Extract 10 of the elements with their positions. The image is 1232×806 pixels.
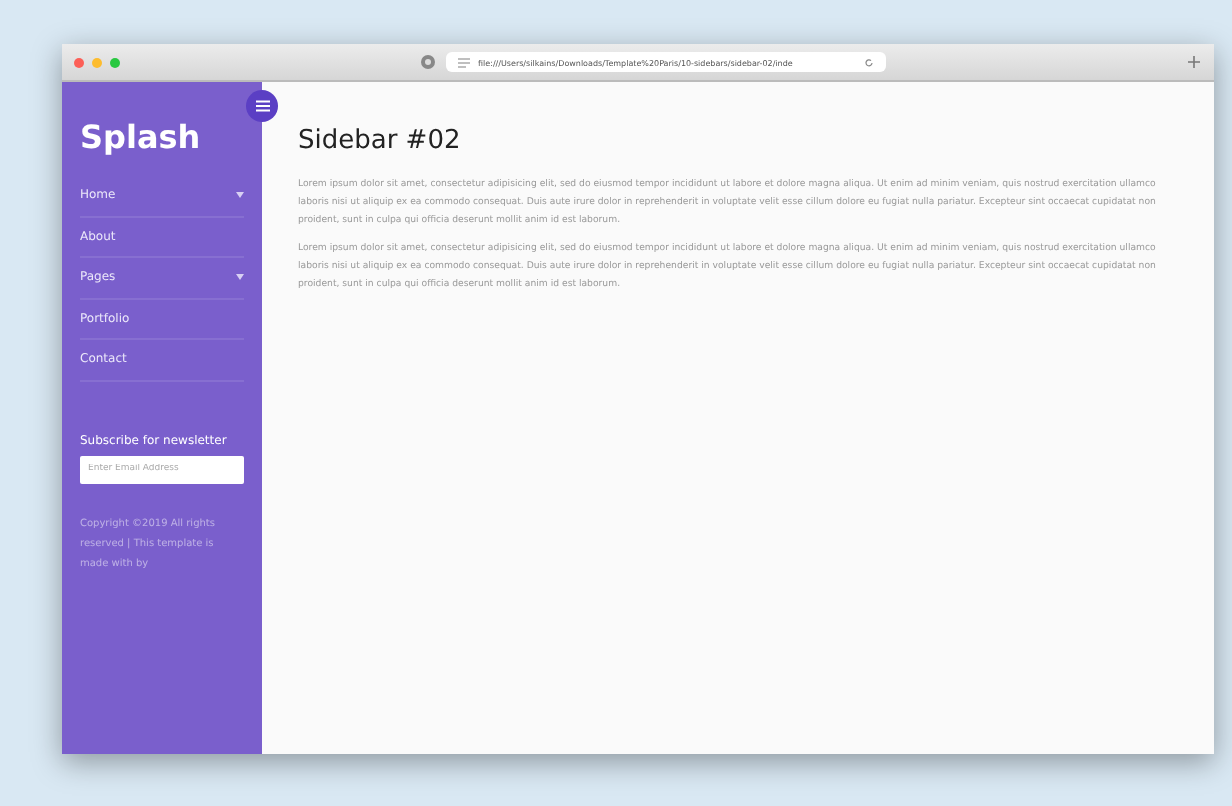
shield-icon[interactable] (420, 54, 436, 70)
new-tab-icon[interactable] (1186, 54, 1202, 70)
maximize-icon[interactable] (110, 57, 120, 67)
reload-icon[interactable] (864, 57, 874, 67)
page-title: Sidebar #02 (298, 126, 463, 156)
menu-icon (255, 100, 269, 112)
close-icon[interactable] (74, 57, 84, 67)
logo: Splash (80, 118, 203, 156)
menu-toggle-button[interactable] (246, 90, 278, 122)
reader-icon[interactable] (458, 57, 470, 67)
